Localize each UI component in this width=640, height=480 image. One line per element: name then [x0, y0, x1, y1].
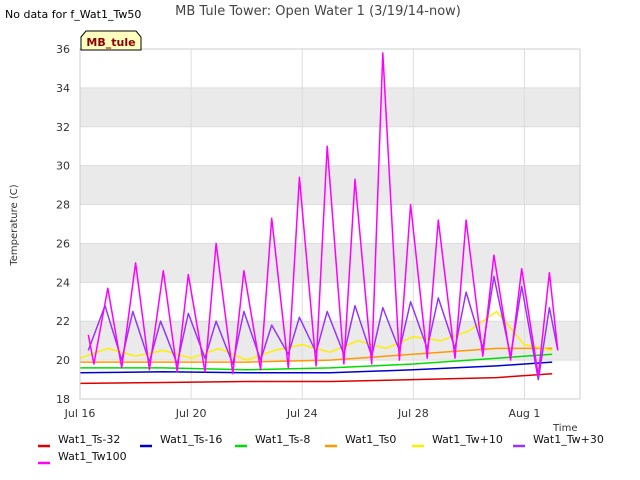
badge-label: MB_tule: [86, 36, 135, 49]
y-tick-label: 20: [56, 354, 70, 367]
legend-item-Wat1_Ts0: Wat1_Ts0: [325, 433, 396, 448]
grid-band: [80, 243, 580, 283]
station-badge: MB_tule: [80, 30, 142, 51]
x-tick-label: Jul 24: [286, 407, 318, 420]
chart: No data for f_Wat1_Tw50 MB Tule Tower: O…: [5, 4, 604, 465]
legend-label: Wat1_Ts-16: [160, 433, 222, 446]
legend-item-Wat1_Ts-32: Wat1_Ts-32: [38, 433, 120, 448]
x-tick-label: Jul 28: [397, 407, 429, 420]
chart-title: MB Tule Tower: Open Water 1 (3/19/14-now…: [175, 4, 461, 19]
x-tick-label: Jul 20: [175, 407, 207, 420]
y-tick-label: 30: [56, 160, 70, 173]
legend-item-Wat1_Tw100: Wat1_Tw100: [38, 450, 127, 465]
y-tick-label: 24: [56, 276, 70, 289]
y-axis-label: Temperature (C): [9, 184, 20, 266]
legend: Wat1_Ts-32 Wat1_Ts-16 Wat1_Ts-8 Wat1_Ts0 Wat…: [38, 433, 604, 465]
legend-label: Wat1_Ts-8: [255, 433, 310, 446]
x-tick-label: Aug 1: [508, 407, 540, 420]
plot-area: [80, 49, 580, 399]
no-data-note: No data for f_Wat1_Tw50: [5, 8, 141, 21]
legend-item-Wat1_Tw+30: Wat1_Tw+30: [513, 433, 604, 448]
y-tick-label: 36: [56, 43, 70, 56]
x-tick-label: Jul 16: [64, 407, 96, 420]
legend-item-Wat1_Ts-8: Wat1_Ts-8: [235, 433, 310, 448]
grid-band: [80, 87, 580, 127]
legend-label: Wat1_Ts-32: [58, 433, 120, 446]
legend-label: Wat1_Tw+30: [533, 433, 604, 446]
y-tick-label: 18: [56, 393, 70, 406]
y-tick-label: 22: [56, 315, 70, 328]
y-tick-label: 32: [56, 121, 70, 134]
legend-label: Wat1_Tw+10: [432, 433, 503, 446]
y-tick-label: 34: [56, 82, 70, 95]
legend-label: Wat1_Tw100: [58, 450, 127, 463]
legend-label: Wat1_Ts0: [345, 433, 396, 446]
legend-item-Wat1_Ts-16: Wat1_Ts-16: [140, 433, 222, 448]
y-tick-label: 26: [56, 237, 70, 250]
legend-item-Wat1_Tw+10: Wat1_Tw+10: [412, 433, 503, 448]
y-tick-label: 28: [56, 199, 70, 212]
